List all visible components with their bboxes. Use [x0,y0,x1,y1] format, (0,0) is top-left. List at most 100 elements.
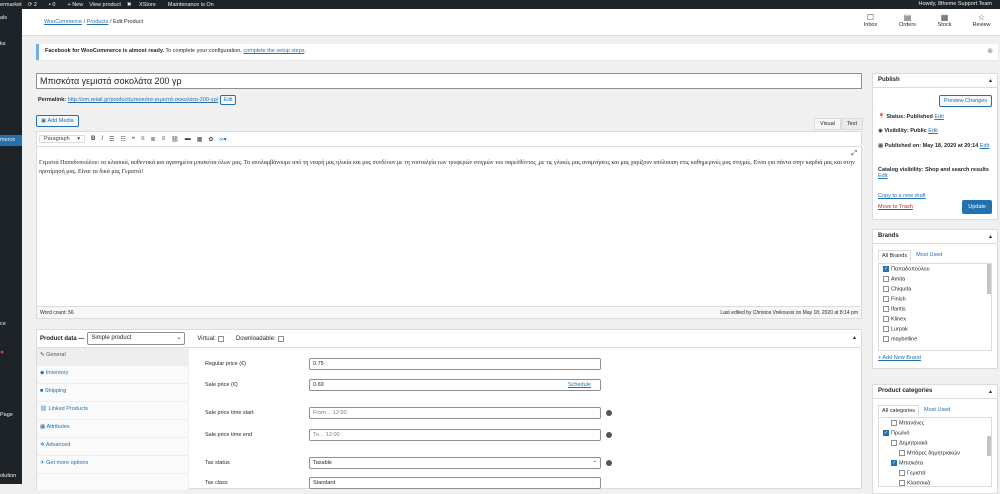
collapse-icon[interactable]: ▴ [989,77,992,84]
published-edit-link[interactable]: Edit [980,143,989,149]
tab-inventory[interactable]: ◆ Inventory [37,366,188,384]
sidebar-item-3[interactable]: merce [0,137,15,143]
collapse-icon[interactable]: ▴ [853,334,856,341]
category-item[interactable]: ✓ Πρωϊνό [879,428,991,438]
product-type-select[interactable]: Simple product ⌄ [87,332,186,345]
updates-icon[interactable]: ⟳ 2 [28,2,43,8]
sale-end-input[interactable]: To… 12:00 [309,429,601,441]
copy-draft-link[interactable]: Copy to a new draft [878,193,926,199]
tax-status-select[interactable]: Taxable ⌄ [309,457,601,469]
align-center-icon[interactable]: ≣ [151,136,156,143]
category-item[interactable]: Κλασσικά [879,478,991,486]
plugin-icon[interactable]: ∞▾ [219,136,226,143]
scrollbar[interactable] [987,436,991,456]
category-item[interactable]: Μπάρες δημητριακών [879,448,991,458]
format-select[interactable]: Paragraph ▾ [39,135,85,143]
notice-setup-link[interactable]: complete the setup steps [243,48,304,54]
tab-most-used-categories[interactable]: Most Used [921,405,953,416]
brand-checkbox[interactable] [883,326,889,332]
bullet-list-icon[interactable]: ☰ [109,136,114,143]
italic-icon[interactable]: I [101,136,103,142]
brand-checkbox[interactable]: ✓ [883,266,889,272]
xstore-link[interactable]: ✖ XStore [127,2,162,8]
sale-start-input[interactable]: From… 12:00 [309,407,601,419]
scrollbar[interactable] [987,264,991,294]
site-name-link[interactable]: ermarket [0,2,22,8]
toolbar-toggle-icon[interactable]: ▦ [197,136,203,143]
view-product-link[interactable]: View product [89,2,121,8]
brand-checkbox[interactable] [883,286,889,292]
category-item[interactable]: Γεμιστά [879,468,991,478]
brand-item[interactable]: Klinex [879,314,991,324]
category-item[interactable]: Μπανάνες [879,418,991,428]
sidebar-item-4[interactable]: ce [0,321,6,327]
permalink-edit-button[interactable]: Edit [219,95,237,105]
bold-icon[interactable]: B [91,136,95,142]
brand-item[interactable]: Amita [879,274,991,284]
status-edit-link[interactable]: Edit [934,114,943,120]
tab-general[interactable]: ✎ General [37,348,188,366]
tab-all-brands[interactable]: All Brands [878,250,912,261]
breadcrumb-products[interactable]: Products [87,19,109,25]
help-icon[interactable] [606,410,612,416]
tab-visual[interactable]: Visual [814,118,841,130]
tab-get-more-options[interactable]: ✈ Get more options [37,456,188,474]
orders-button[interactable]: ▤ Orders [889,13,926,28]
move-to-trash-link[interactable]: Move to Trash [878,204,913,210]
brand-item[interactable]: Finish [879,294,991,304]
category-checkbox[interactable] [899,480,905,486]
permalink-url[interactable]: http://om.retail.gr/product/μπισκότα-γεμ… [68,97,219,103]
dismiss-icon[interactable]: ⊗ [987,47,993,55]
tab-most-used-brands[interactable]: Most Used [913,250,945,261]
brand-checkbox[interactable] [883,296,889,302]
reviews-button[interactable]: ☆ Review [963,13,1000,28]
brand-checkbox[interactable] [883,316,889,322]
sidebar-item-6[interactable]: olution [0,473,16,479]
brand-checkbox[interactable] [883,276,889,282]
link-icon[interactable]: ⛓ [171,136,179,143]
tab-advanced[interactable]: ✲ Advanced [37,438,188,456]
category-checkbox[interactable]: ✓ [891,460,897,466]
category-checkbox[interactable] [891,440,897,446]
tax-class-select[interactable]: Standard [309,477,601,489]
brand-item[interactable]: Ifantis [879,304,991,314]
maintenance-link[interactable]: Maintenance is On [168,2,214,8]
new-link[interactable]: + New [67,2,83,8]
breadcrumb-woocommerce[interactable]: WooCommerce [44,19,82,25]
brand-item[interactable]: ✓ Παπαδοπούλου [879,264,991,274]
brand-item[interactable]: maybelline [879,334,991,344]
sidebar-item-2[interactable]: ks [0,41,6,47]
help-icon[interactable] [606,460,612,466]
tab-linked-products[interactable]: ⛓ Linked Products [37,402,188,420]
brand-checkbox[interactable] [883,306,889,312]
read-more-icon[interactable]: ▬ [185,136,191,142]
brand-item[interactable]: Chiquita [879,284,991,294]
add-media-button[interactable]: ▣ Add Media [36,115,79,127]
category-checkbox[interactable] [891,420,897,426]
help-icon[interactable] [606,432,612,438]
blockquote-icon[interactable]: ❝ [132,136,135,143]
brand-item[interactable]: Lurpak [879,324,991,334]
add-new-brand-link[interactable]: + Add New Brand [878,355,921,361]
visibility-edit-link[interactable]: Edit [928,128,937,134]
fullscreen-icon[interactable]: ⤢ [851,150,857,158]
align-right-icon[interactable]: ≡ [162,136,166,142]
sidebar-item-1[interactable]: als [0,15,7,21]
regular-price-input[interactable]: 0.75 [309,358,601,370]
sidebar-item-5[interactable]: Page [0,412,13,418]
editor-content[interactable]: Γεμιστά Παπαδοπούλου: τα κλασικά, αυθεντ… [39,159,857,177]
numbered-list-icon[interactable]: ☷ [120,136,125,143]
stock-button[interactable]: ▦ Stock [926,13,963,28]
collapse-icon[interactable]: ▴ [989,388,992,395]
category-item[interactable]: ✓ Μπισκότα [879,458,991,468]
brand-checkbox[interactable] [883,336,889,342]
category-checkbox[interactable] [899,470,905,476]
tab-text[interactable]: Text [840,118,863,130]
catalog-edit-link[interactable]: Edit [878,173,887,179]
category-checkbox[interactable] [899,450,905,456]
align-left-icon[interactable]: ≡ [141,136,145,142]
settings-icon[interactable]: ✿ [208,136,213,143]
category-item[interactable]: Δημητριακά [879,438,991,448]
preview-changes-button[interactable]: Preview Changes [938,95,992,107]
sale-price-input[interactable]: 0.69 [309,379,601,391]
